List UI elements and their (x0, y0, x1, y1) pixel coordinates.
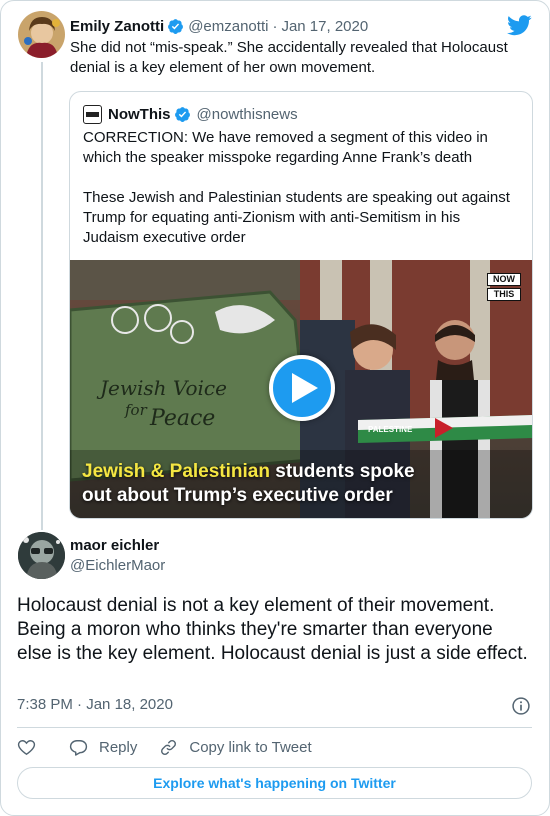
banner-text-for: for (124, 401, 148, 419)
quoted-tweet-text: CORRECTION: We have removed a segment of… (83, 128, 519, 268)
reply-timestamp[interactable]: 7:38 PM · Jan 18, 2020 (17, 696, 173, 713)
caption-line-1-rest: students spoke (269, 461, 415, 482)
heart-icon (17, 739, 36, 755)
info-icon[interactable] (511, 696, 531, 716)
divider (17, 727, 532, 728)
verified-badge-icon (168, 18, 184, 34)
avatar-emily-zanotti[interactable] (18, 11, 65, 58)
banner-text-jewish-voice: Jewish Voice (96, 376, 227, 400)
reply-date: Jan 18, 2020 (86, 696, 173, 713)
reply-author-handle[interactable]: @EichlerMaor (70, 557, 165, 574)
quoted-author-handle: @nowthisnews (196, 105, 298, 123)
twitter-bird-icon[interactable] (507, 15, 532, 36)
quoted-author-name: NowThis (108, 105, 171, 123)
quoted-tweet-header: NowThis @nowthisnews (83, 104, 298, 124)
tweet-actions: Reply Copy link to Tweet (17, 736, 312, 758)
parent-tweet-text: She did not “mis-speak.” She accidentall… (70, 39, 508, 76)
play-icon (291, 373, 318, 403)
banner-text-peace: Peace (149, 406, 215, 431)
watermark-now: NOW (487, 273, 521, 286)
reply-button[interactable]: Reply (69, 738, 137, 757)
quoted-paragraph-correction: CORRECTION: We have removed a segment of… (83, 129, 488, 166)
reply-author-name[interactable]: maor eichler (70, 537, 159, 554)
parent-tweet-header: Emily Zanotti @emzanotti · Jan 17, 2020 (70, 16, 368, 36)
parent-tweet-date[interactable]: Jan 17, 2020 (281, 18, 368, 35)
thread-connector-line (41, 62, 43, 530)
play-button[interactable] (269, 355, 335, 421)
parent-author-name[interactable]: Emily Zanotti (70, 18, 164, 35)
quoted-tweet[interactable]: NowThis @nowthisnews CORRECTION: We have… (69, 91, 533, 519)
like-button[interactable] (17, 738, 36, 757)
reply-tweet-text: Holocaust denial is not a key element of… (17, 595, 528, 664)
separator-dot: · (77, 696, 83, 713)
video-caption: Jewish & Palestinian students spoke out … (82, 460, 415, 508)
copy-link-label: Copy link to Tweet (189, 738, 312, 756)
reply-time: 7:38 PM (17, 696, 73, 713)
nowthis-avatar (83, 104, 102, 124)
link-icon (161, 739, 177, 755)
scarf-text: PALESTINE (368, 425, 413, 434)
watermark-this: THIS (487, 288, 521, 301)
verified-badge-icon (174, 106, 190, 122)
caption-line-2: out about Trump’s executive order (82, 485, 393, 506)
explore-twitter-button[interactable]: Explore what's happening on Twitter (17, 767, 532, 799)
reply-bubble-icon (69, 739, 88, 756)
quoted-paragraph-description: These Jewish and Palestinian students ar… (83, 189, 510, 246)
copy-link-button[interactable]: Copy link to Tweet (159, 738, 312, 757)
avatar-maor-eichler[interactable] (18, 532, 65, 579)
nowthis-watermark: NOW THIS (487, 273, 521, 303)
video-thumbnail[interactable]: Jewish Voice for Peace PALESTINE NOW THI… (70, 260, 532, 518)
reply-label: Reply (99, 738, 138, 756)
caption-highlight: Jewish & Palestinian (82, 461, 270, 482)
separator-dot: · (272, 17, 278, 35)
parent-author-handle[interactable]: @emzanotti (188, 18, 268, 35)
